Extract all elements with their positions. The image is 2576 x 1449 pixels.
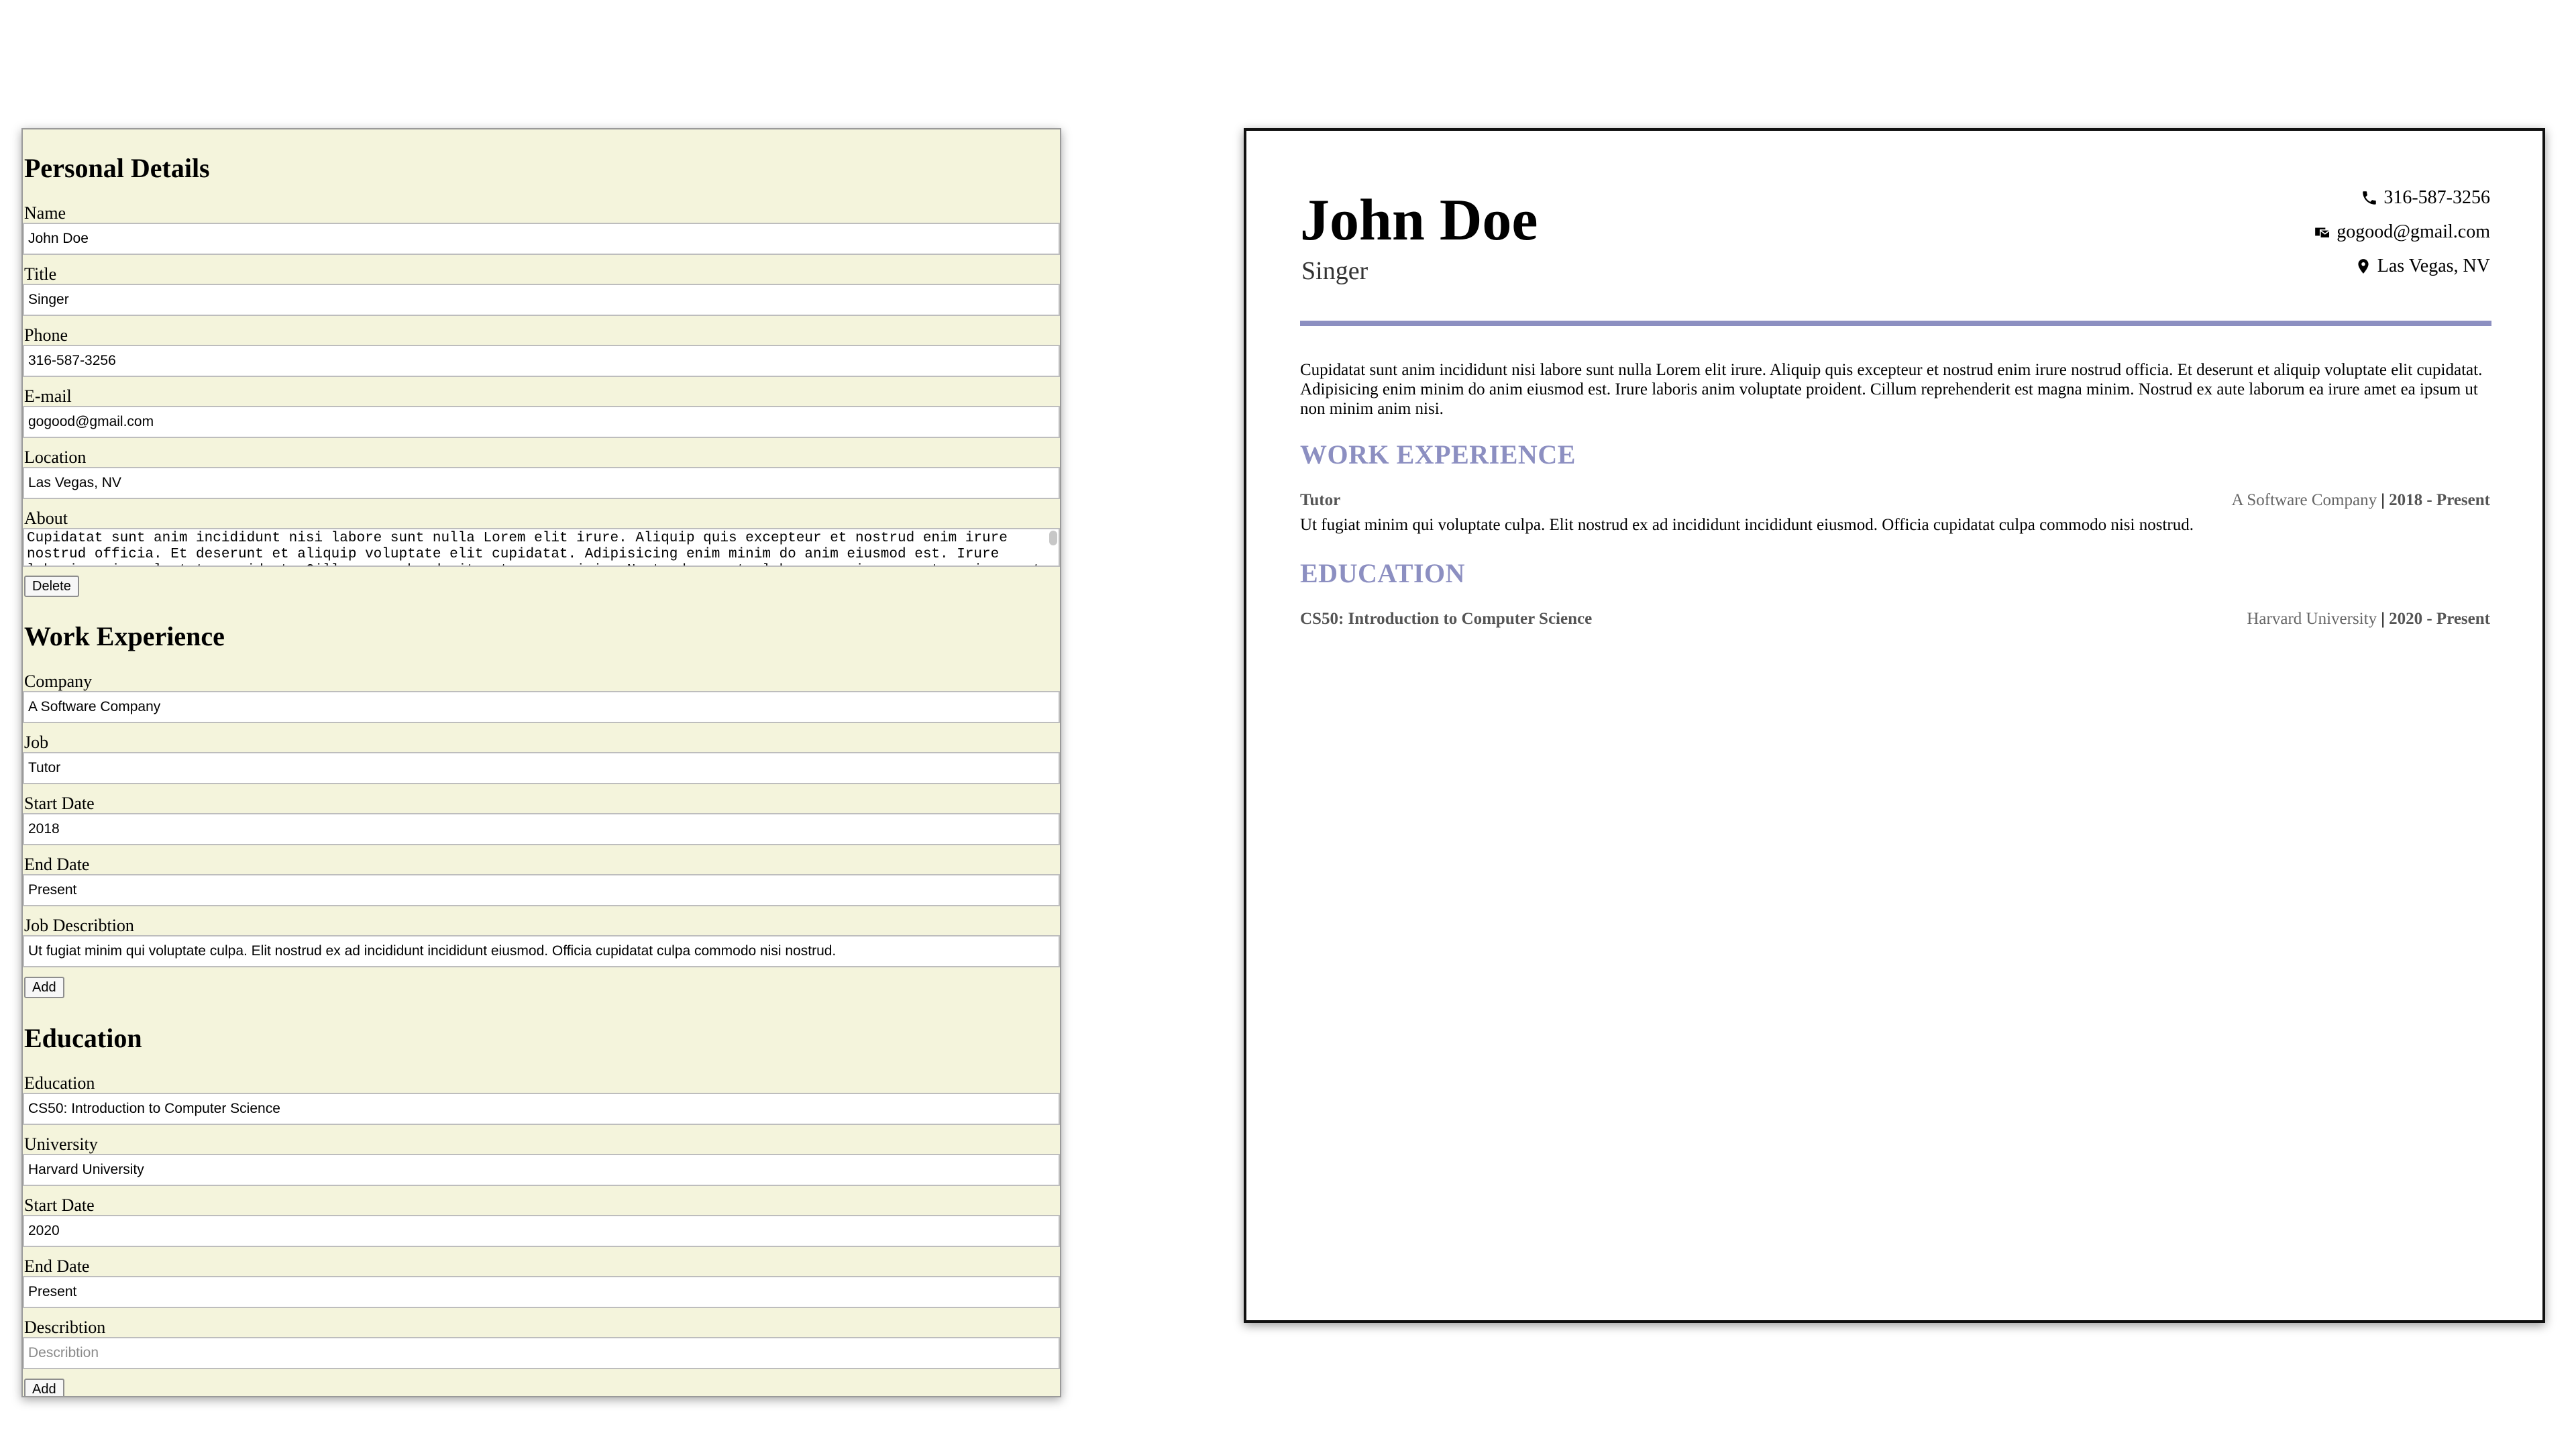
job-description-label: Job Describtion — [24, 916, 134, 935]
location-input[interactable] — [23, 467, 1060, 499]
title-label: Title — [24, 264, 57, 284]
email-input[interactable] — [23, 406, 1060, 438]
header-divider — [1300, 321, 2491, 326]
edu-description-label: Describtion — [24, 1318, 106, 1337]
education-dates: 2020 - Present — [2389, 610, 2490, 628]
app-stage: Personal Details Name Title Phone E-mail… — [0, 0, 2576, 1449]
work-meta: A Software Company | 2018 - Present — [2231, 492, 2490, 508]
work-start-date-input[interactable] — [23, 813, 1060, 845]
job-input[interactable] — [23, 752, 1060, 784]
contact-location: Las Vegas, NV — [2355, 257, 2490, 276]
email-label: E-mail — [24, 386, 72, 406]
delete-button[interactable]: Delete — [24, 576, 79, 597]
edu-description-input[interactable] — [23, 1337, 1060, 1369]
map-pin-icon — [2355, 257, 2372, 276]
edu-end-date-input[interactable] — [23, 1276, 1060, 1308]
contact-email-text: gogood@gmail.com — [2337, 221, 2490, 242]
education-course: CS50: Introduction to Computer Science — [1300, 610, 1593, 628]
resume-title: Singer — [1301, 257, 1368, 285]
phone-icon — [2361, 189, 2378, 207]
education-label: Education — [24, 1073, 95, 1093]
add-work-button[interactable]: Add — [24, 977, 64, 998]
resume-name: John Doe — [1300, 188, 1538, 253]
university-label: University — [24, 1134, 98, 1154]
name-label: Name — [24, 203, 66, 223]
job-label: Job — [24, 733, 49, 752]
education-input[interactable] — [23, 1093, 1060, 1125]
work-start-date-label: Start Date — [24, 794, 95, 813]
work-separator: | — [2381, 491, 2385, 509]
phone-label: Phone — [24, 325, 68, 345]
education-meta: Harvard University | 2020 - Present — [2247, 610, 2490, 627]
about-label: About — [24, 508, 68, 528]
work-end-date-label: End Date — [24, 855, 90, 874]
location-label: Location — [24, 447, 87, 467]
resume-preview: John Doe Singer 316-587-3256 gogood@gmai… — [1244, 128, 2545, 1323]
work-job-title: Tutor — [1300, 491, 1341, 509]
add-education-button[interactable]: Add — [24, 1379, 64, 1396]
company-label: Company — [24, 672, 93, 691]
edu-end-date-label: End Date — [24, 1256, 90, 1276]
work-end-date-input[interactable] — [23, 874, 1060, 906]
contact-phone: 316-587-3256 — [2361, 189, 2490, 207]
work-experience-section-title: WORK EXPERIENCE — [1300, 439, 1576, 470]
job-description-input[interactable] — [23, 935, 1060, 967]
work-company: A Software Company — [2231, 491, 2377, 509]
company-input[interactable] — [23, 691, 1060, 723]
work-experience-heading: Work Experience — [24, 621, 225, 651]
contact-phone-text: 316-587-3256 — [2383, 187, 2490, 208]
university-input[interactable] — [23, 1154, 1060, 1186]
about-textarea[interactable]: Cupidatat sunt anim incididunt nisi labo… — [23, 528, 1060, 567]
title-input[interactable] — [23, 284, 1060, 316]
mail-icon — [2314, 223, 2331, 241]
education-section-title: EDUCATION — [1300, 558, 1466, 588]
education-separator: | — [2381, 610, 2385, 628]
contact-location-text: Las Vegas, NV — [2377, 256, 2490, 276]
edu-start-date-label: Start Date — [24, 1195, 95, 1215]
work-dates: 2018 - Present — [2389, 491, 2490, 509]
resume-about: Cupidatat sunt anim incididunt nisi labo… — [1300, 361, 2483, 418]
cv-editor-form: Personal Details Name Title Phone E-mail… — [21, 128, 1061, 1397]
work-description: Ut fugiat minim qui voluptate culpa. Eli… — [1300, 516, 2194, 534]
education-heading: Education — [24, 1023, 142, 1053]
contact-email: gogood@gmail.com — [2314, 223, 2490, 241]
education-university: Harvard University — [2247, 610, 2377, 628]
edu-start-date-input[interactable] — [23, 1215, 1060, 1247]
personal-details-heading: Personal Details — [24, 153, 210, 183]
about-scrollbar[interactable] — [1049, 531, 1057, 545]
phone-input[interactable] — [23, 345, 1060, 377]
name-input[interactable] — [23, 223, 1060, 255]
